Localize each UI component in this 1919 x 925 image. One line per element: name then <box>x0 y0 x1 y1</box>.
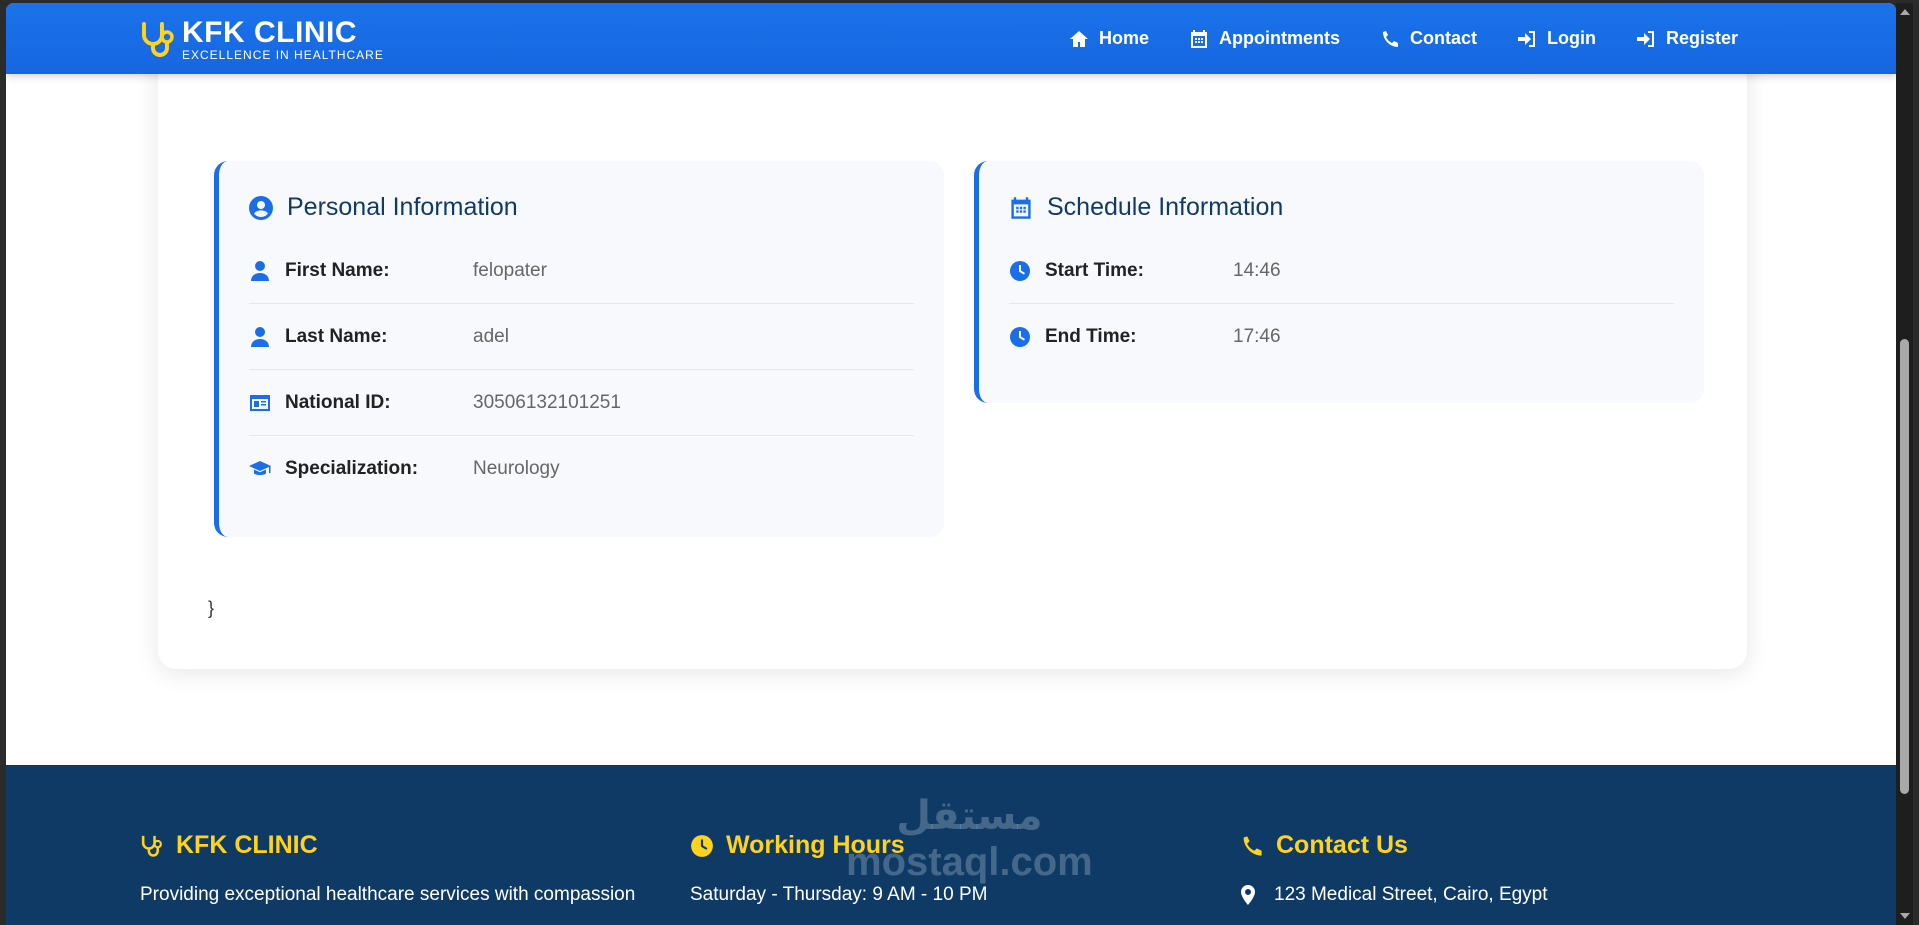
first-name-value: felopater <box>473 259 547 281</box>
stethoscope-icon <box>141 835 162 857</box>
nav-contact-label: Contact <box>1409 28 1477 48</box>
nav-home-label: Home <box>1098 28 1149 48</box>
map-marker-icon <box>1241 885 1255 905</box>
footer-contact-address: 123 Medical Street, Cairo, Egypt <box>1240 884 1548 906</box>
graduation-cap-icon <box>249 461 271 475</box>
browser-viewport: KFK CLINIC EXCELLENCE IN HEALTHCARE Home… <box>6 3 1896 925</box>
doctor-profile-card: Personal Information First Name: felopat… <box>158 3 1747 669</box>
nav-register-label: Register <box>1665 28 1738 48</box>
nav-register[interactable]: Register <box>1636 28 1738 49</box>
nav-appointments-label: Appointments <box>1218 28 1340 48</box>
end-time-row: End Time: 17:46 <box>1009 304 1674 370</box>
nav-appointments[interactable]: Appointments <box>1189 28 1340 49</box>
nav-menu: Home Appointments Contact Login Register <box>1029 3 1738 74</box>
footer-brand-title: KFK CLINIC <box>140 831 635 860</box>
footer-brand-column: KFK CLINIC Providing exceptional healthc… <box>140 831 635 906</box>
id-card-icon <box>250 394 270 411</box>
personal-info-section: Personal Information First Name: felopat… <box>214 161 944 537</box>
last-name-value: adel <box>473 325 509 347</box>
phone-icon <box>1382 30 1398 47</box>
scroll-thumb[interactable] <box>1900 339 1909 794</box>
calendar-icon <box>1190 29 1207 48</box>
sign-in-icon <box>1636 30 1654 47</box>
clock-icon <box>691 834 713 857</box>
schedule-info-section: Schedule Information Start Time: 14:46 E… <box>974 161 1704 403</box>
scroll-down-arrow[interactable] <box>1900 913 1910 919</box>
national-id-row: National ID: 30506132101251 <box>249 370 914 436</box>
nav-home[interactable]: Home <box>1069 28 1149 49</box>
national-id-value: 30506132101251 <box>473 391 621 413</box>
nav-contact[interactable]: Contact <box>1380 28 1477 49</box>
user-icon <box>251 326 269 347</box>
user-icon <box>251 260 269 281</box>
footer-contact-title: Contact Us <box>1240 831 1548 860</box>
schedule-info-title: Schedule Information <box>1009 193 1283 222</box>
clock-icon <box>1010 327 1030 347</box>
home-icon <box>1069 30 1088 47</box>
watermark: مستقل mostaql.com <box>846 794 1093 884</box>
specialization-row: Specialization: Neurology <box>249 436 914 502</box>
brand-logo[interactable]: KFK CLINIC EXCELLENCE IN HEALTHCARE <box>140 18 384 62</box>
personal-info-title: Personal Information <box>249 193 518 222</box>
scroll-up-arrow[interactable] <box>1900 9 1910 15</box>
end-time-value: 17:46 <box>1233 326 1281 347</box>
brand-title: KFK CLINIC <box>182 16 357 49</box>
page-scrollbar[interactable] <box>1896 3 1913 925</box>
sign-in-icon <box>1517 30 1535 47</box>
user-circle-icon <box>249 195 273 220</box>
stethoscope-icon <box>142 22 174 57</box>
nav-login[interactable]: Login <box>1517 28 1596 49</box>
start-time-value: 14:46 <box>1233 259 1281 281</box>
first-name-row: First Name: felopater <box>249 238 914 304</box>
nav-login-label: Login <box>1546 28 1596 48</box>
navbar: KFK CLINIC EXCELLENCE IN HEALTHCARE Home… <box>6 3 1896 74</box>
last-name-row: Last Name: adel <box>249 304 914 370</box>
phone-icon <box>1243 835 1262 856</box>
start-time-row: Start Time: 14:46 <box>1009 238 1674 304</box>
calendar-icon <box>1011 196 1031 219</box>
specialization-value: Neurology <box>473 458 560 479</box>
brand-subtitle: EXCELLENCE IN HEALTHCARE <box>182 48 384 62</box>
footer-contact-column: Contact Us 123 Medical Street, Cairo, Eg… <box>1240 831 1548 906</box>
stray-brace-text: } <box>208 598 215 618</box>
clock-icon <box>1010 260 1030 281</box>
footer-hours-text: Saturday - Thursday: 9 AM - 10 PM <box>690 884 988 905</box>
footer-brand-text: Providing exceptional healthcare service… <box>140 884 636 905</box>
